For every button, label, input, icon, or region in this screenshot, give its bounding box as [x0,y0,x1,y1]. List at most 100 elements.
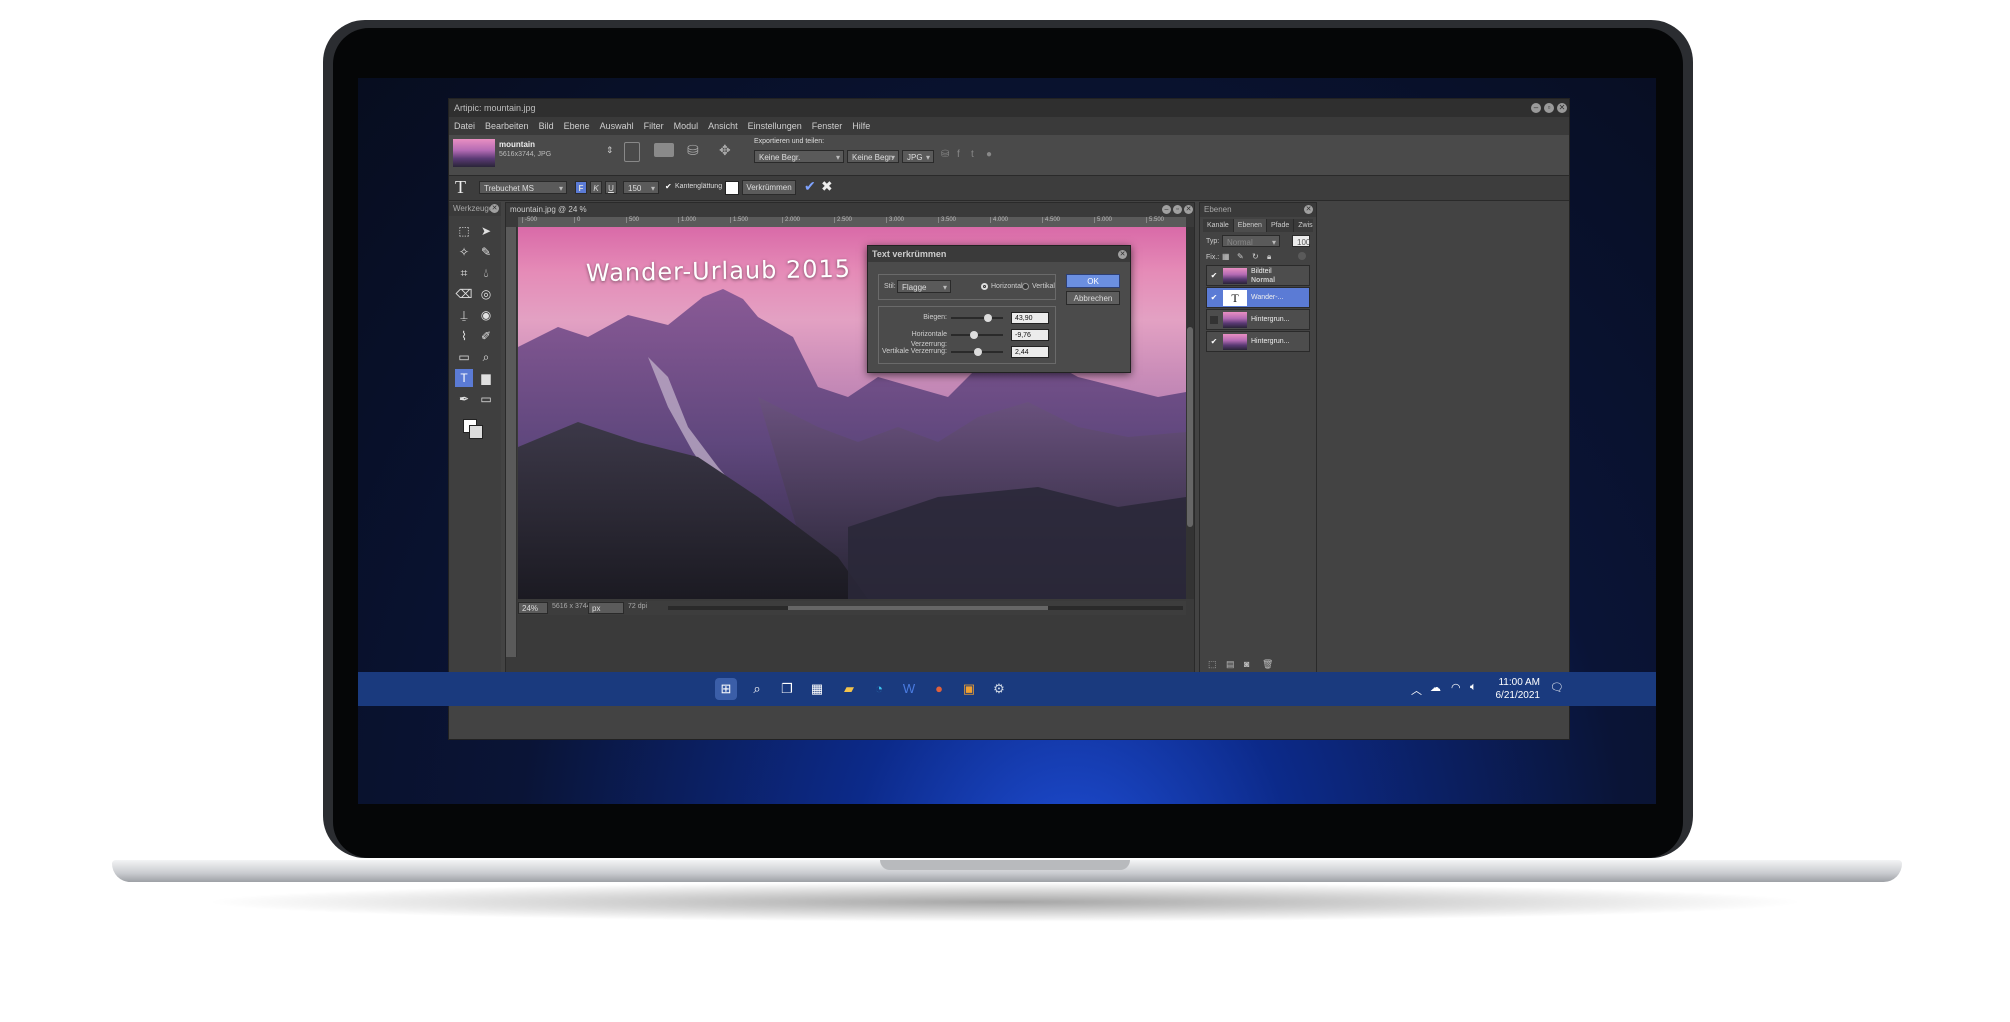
slider-knob[interactable] [984,314,993,322]
open-folder-icon[interactable] [654,143,674,157]
layers-tab[interactable]: Pfade [1267,219,1295,232]
menu-item[interactable]: Datei [449,117,480,135]
layer-visibility-checkbox[interactable]: ✔ [1210,272,1218,280]
unit-select[interactable]: px [588,602,624,614]
antialias-checkbox[interactable]: ✔ [665,182,672,191]
document-close[interactable]: ✕ [1184,205,1193,214]
layers-panel-close[interactable]: ✕ [1304,205,1313,214]
menu-item[interactable]: Modul [669,117,704,135]
more-share-icon[interactable]: ● [986,149,992,160]
menu-item[interactable]: Auswahl [595,117,639,135]
file-switch-icon[interactable]: ⇕ [606,145,614,156]
underline-button[interactable]: U [605,181,617,194]
menu-item[interactable]: Bearbeiten [480,117,534,135]
crop-icon[interactable]: ⌗ [455,264,473,282]
lock-transparency-icon[interactable]: ▦ [1222,252,1230,261]
slider-value-field[interactable]: -9,76 [1011,329,1049,341]
lock-all-icon[interactable]: 🔒︎ [1267,252,1271,262]
layers-tab[interactable]: Ebenen [1233,219,1267,232]
layer-row[interactable]: ✔ T Wander-... [1206,287,1310,308]
dialog-close[interactable]: ✕ [1118,250,1127,259]
slider-value-field[interactable]: 43,90 [1011,312,1049,324]
layers-tab[interactable]: Kanäle [1203,219,1234,232]
eraser-icon[interactable]: ⌫ [455,285,473,303]
file-explorer-icon[interactable]: ▰ [838,678,860,700]
twitter-icon[interactable]: t [971,149,974,160]
text-tool-icon[interactable]: T [455,369,473,387]
blur-drop-icon[interactable]: 💧︎ [477,264,495,282]
italic-button[interactable]: K [590,181,602,194]
menu-item[interactable]: Hilfe [847,117,875,135]
opacity-field[interactable]: 100 [1292,235,1310,247]
warped-canvas-text[interactable]: Wander-Urlaub 2015 [586,255,852,288]
cancel-button[interactable]: Abbrechen [1066,291,1120,305]
store-icon[interactable]: ▣ [958,678,980,700]
layer-row[interactable]: ✔ Hintergrun... [1206,331,1310,352]
horizontal-radio[interactable] [981,283,988,290]
vertical-scroll-thumb[interactable] [1187,327,1193,527]
fill-icon[interactable]: ▭ [455,348,473,366]
vertical-radio[interactable] [1022,283,1029,290]
export-size-select[interactable]: Keine Begr. [847,150,899,164]
rect-select-icon[interactable]: ⬚ [455,222,473,240]
notification-icon[interactable]: 🗨︎ [1550,681,1564,694]
font-size-select[interactable]: 150 [623,181,659,195]
menu-item[interactable]: Ebene [559,117,595,135]
share-icon[interactable]: ⛁ [941,149,949,160]
vertical-scrollbar[interactable] [1186,227,1194,599]
clock-time[interactable]: 11:00 AM [1490,677,1540,688]
menu-item[interactable]: Filter [639,117,669,135]
eyedropper-icon[interactable]: ⌇ [455,327,473,345]
layer-row[interactable]: ✔ Bildteil Normal [1206,265,1310,286]
pen-icon[interactable]: ✒ [455,390,473,408]
clock-date[interactable]: 6/21/2021 [1490,690,1541,701]
menu-item[interactable]: Einstellungen [743,117,807,135]
close-window-button[interactable]: ✕ [1557,103,1567,113]
background-color-swatch[interactable] [469,425,483,439]
layer-visibility-checkbox[interactable] [1210,316,1218,324]
menu-item[interactable]: Ansicht [703,117,743,135]
blend-mode-select[interactable]: Normal [1222,235,1280,249]
cancel-icon[interactable]: ✖ [821,178,833,195]
lock-paint-icon[interactable]: ✎ [1237,252,1244,261]
layer-options-icon[interactable] [1298,252,1306,260]
module-icon[interactable]: ✥ [719,142,739,158]
new-document-icon[interactable] [624,142,640,162]
delete-layer-icon[interactable]: 🗑︎ [1262,659,1273,670]
slider-knob[interactable] [970,331,979,339]
document-maximize[interactable]: ▫ [1173,205,1182,214]
export-format-select[interactable]: Keine Begr. [754,150,844,164]
wifi-icon[interactable]: ◠ [1451,681,1461,694]
search-icon[interactable]: ⌕ [746,678,768,700]
steam-icon[interactable]: ⚙ [988,678,1010,700]
slider-track[interactable] [951,317,1003,319]
text-color-swatch[interactable] [725,181,739,195]
export-type-select[interactable]: JPG [902,150,934,164]
layer-mask-icon[interactable]: ◙ [1244,659,1249,669]
tray-chevron-icon[interactable]: ︿ [1411,682,1422,698]
bold-button[interactable]: F [575,181,587,194]
brush-icon[interactable]: ✎ [477,243,495,261]
menu-item[interactable]: Bild [534,117,559,135]
style-select[interactable]: Flagge [897,280,951,294]
new-layer-icon[interactable]: ▤ [1226,659,1235,670]
edge-icon[interactable]: ◔ [868,678,890,700]
start-icon[interactable]: ⊞ [715,678,737,700]
layers-tab[interactable]: Zwischen [1294,219,1313,232]
zoom-icon[interactable]: ⌕ [477,348,495,366]
stamp-icon[interactable]: ⍊ [455,306,473,324]
facebook-icon[interactable]: f [957,149,960,160]
task-view-icon[interactable]: ❐ [776,678,798,700]
tools-panel-close[interactable]: ✕ [490,204,499,213]
document-minimize[interactable]: – [1162,205,1171,214]
horizontal-scrollbar[interactable] [668,606,1183,610]
gradient-icon[interactable]: ▆ [477,369,495,387]
color-replace-icon[interactable]: ✐ [477,327,495,345]
clone-icon[interactable]: ◎ [477,285,495,303]
slider-knob[interactable] [974,348,983,356]
layer-row[interactable]: Hintergrun... [1206,309,1310,330]
volume-icon[interactable]: 🔈︎ [1470,681,1477,694]
ok-button[interactable]: OK [1066,274,1120,288]
font-family-select[interactable]: Trebuchet MS [479,181,567,195]
shape-icon[interactable]: ▭ [477,390,495,408]
